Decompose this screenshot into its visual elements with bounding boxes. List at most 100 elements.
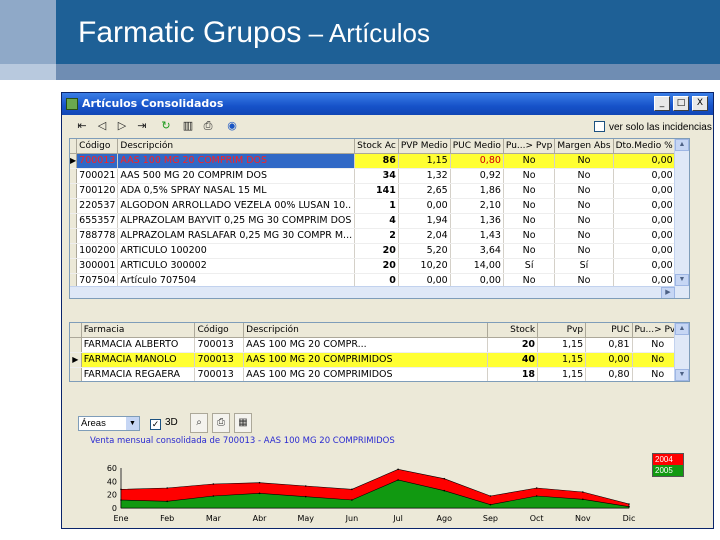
columns-icon[interactable]: ▥ xyxy=(180,119,196,133)
cell-puc: 14,00 xyxy=(450,258,504,274)
row-indicator[interactable] xyxy=(70,228,78,244)
next-icon[interactable]: ▷ xyxy=(114,119,130,133)
col-header[interactable]: PVP Medio xyxy=(398,139,451,154)
cell-margen: No xyxy=(554,213,614,229)
scroll-down-icon[interactable]: ▼ xyxy=(675,369,689,381)
cell-codigo: 700120 xyxy=(76,183,119,199)
window-titlebar[interactable]: Artículos Consolidados _ □ X xyxy=(62,93,713,115)
cell-codigo: 700013 xyxy=(194,337,245,353)
row-indicator[interactable] xyxy=(70,168,78,184)
row-indicator[interactable] xyxy=(70,183,78,199)
cell-puc: 0,92 xyxy=(450,168,504,184)
articles-window: Artículos Consolidados _ □ X ⇤ ◁ ▷ ⇥ ↻ ▥… xyxy=(61,92,714,529)
scroll-down-icon[interactable]: ▼ xyxy=(675,274,689,286)
col-header[interactable]: Descripción xyxy=(243,323,488,338)
series-point-2004 xyxy=(166,487,168,489)
col-header[interactable]: PUC Medio xyxy=(450,139,504,154)
y-tick-label: 0 xyxy=(112,504,117,513)
incidencias-filter[interactable]: ver solo las incidencias xyxy=(594,121,712,133)
table-row[interactable]: FARMACIA REGAERA 700013 AAS 100 MG 20 COMP… xyxy=(70,367,689,381)
col-header[interactable]: Farmacia xyxy=(81,323,196,338)
cell-descripcion: ALPRAZOLAM RASLAFAR 0,25 MG 30 COMPR M..… xyxy=(117,228,356,244)
close-button[interactable]: X xyxy=(692,96,708,111)
table-row[interactable]: 655357 ALPRAZOLAM BAYVIT 0,25 MG 30 COMPR… xyxy=(70,213,689,229)
col-header[interactable]: Pu...> Pvp xyxy=(503,139,556,154)
cell-farmacia: FARMACIA MANOLO xyxy=(81,352,196,368)
chart-legend: 2004 2005 xyxy=(652,453,684,477)
x-tick-label: Mar xyxy=(206,514,222,523)
col-header[interactable]: Código xyxy=(76,139,119,154)
slide-title-sub: – Artículos xyxy=(301,18,431,48)
table-row[interactable]: 788778 ALPRAZOLAM RASLAFAR 0,25 MG 30 COM… xyxy=(70,228,689,244)
y-tick-label: 20 xyxy=(107,491,117,500)
col-header[interactable]: PUC xyxy=(585,323,633,338)
maximize-button[interactable]: □ xyxy=(673,96,689,111)
chart-3d-checkbox[interactable]: ✓ xyxy=(150,419,161,430)
scroll-up-icon[interactable]: ▲ xyxy=(675,323,689,335)
row-indicator[interactable] xyxy=(70,337,82,353)
table-row[interactable]: ▶ FARMACIA MANOLO 700013 AAS 100 MG 20 COMP… xyxy=(70,352,689,368)
table-row[interactable]: 300001 ARTICULO 300002 20 10,20 14,00 Sí Sí 0,0… xyxy=(70,258,689,274)
table-row[interactable]: 220537 ALGODON ARROLLADO VEZELA 00% LUSAN… xyxy=(70,198,689,214)
cell-pvp: 2,04 xyxy=(398,228,451,244)
cell-descripcion: AAS 100 MG 20 COMPR... xyxy=(243,337,488,353)
cell-stock: 2 xyxy=(354,228,399,244)
articles-vscroll[interactable]: ▲ ▼ xyxy=(674,139,689,298)
articles-hscroll[interactable]: ▶ xyxy=(70,286,675,298)
series-point-2004 xyxy=(120,488,122,491)
cell-stock: 20 xyxy=(487,337,539,353)
chart-print-icon[interactable]: ⎙ xyxy=(212,413,230,433)
incidencias-checkbox[interactable] xyxy=(594,121,605,132)
series-point-2004 xyxy=(351,488,353,491)
refresh-icon[interactable]: ↻ xyxy=(158,119,174,133)
series-point-2004 xyxy=(258,481,261,484)
globe-icon[interactable]: ◉ xyxy=(224,119,240,133)
cell-margen: No xyxy=(554,228,614,244)
print-icon[interactable]: ⎙ xyxy=(200,119,216,133)
cell-pvp: 1,15 xyxy=(537,337,587,353)
last-icon[interactable]: ⇥ xyxy=(134,119,150,133)
table-row[interactable]: 700120 ADA 0,5% SPRAY NASAL 15 ML 141 2,65 1… xyxy=(70,183,689,199)
series-point-2004 xyxy=(628,503,630,505)
row-indicator[interactable]: ▶ xyxy=(70,153,78,169)
chevron-down-icon[interactable]: ▼ xyxy=(126,417,139,430)
col-header[interactable]: Código xyxy=(194,323,245,338)
row-indicator[interactable] xyxy=(70,243,78,259)
scroll-right-icon[interactable]: ▶ xyxy=(661,287,675,298)
chart-3d-toggle[interactable]: ✓ 3D xyxy=(150,417,178,430)
col-header[interactable]: Dto.Medio % xyxy=(613,139,676,154)
table-row[interactable]: FARMACIA ALBERTO 700013 AAS 100 MG 20 COMP… xyxy=(70,337,689,353)
incidencias-label: ver solo las incidencias xyxy=(609,122,712,133)
table-row[interactable]: 700021 AAS 500 MG 20 COMPRIM DOS 34 1,32 0,9… xyxy=(70,168,689,184)
row-indicator[interactable] xyxy=(70,198,78,214)
col-header[interactable]: Pvp xyxy=(537,323,587,338)
col-header[interactable]: Descripción xyxy=(117,139,356,154)
table-row[interactable]: ▶ 700013 AAS 100 MG 20 COMPRIM DOS 86 1,15 0,… xyxy=(70,153,689,169)
cell-pvp: 1,15 xyxy=(398,153,451,169)
table-row[interactable]: 100200ARTICULO 100200205,203,64NoNo0,000… xyxy=(70,243,689,259)
preview-icon[interactable]: ⌕ xyxy=(190,413,208,433)
scroll-up-icon[interactable]: ▲ xyxy=(675,139,689,151)
series-point-2005 xyxy=(351,499,353,501)
pharmacies-vscroll[interactable]: ▲ ▼ xyxy=(674,323,689,381)
col-header[interactable]: Margen Abs xyxy=(554,139,614,154)
row-indicator[interactable]: ▶ xyxy=(70,352,82,368)
cell-descripcion: ADA 0,5% SPRAY NASAL 15 ML xyxy=(117,183,356,199)
chart-type-select[interactable]: Áreas ▼ xyxy=(78,416,140,431)
prev-icon[interactable]: ◁ xyxy=(94,119,110,133)
col-header[interactable]: Stock Ac xyxy=(354,139,399,154)
row-indicator[interactable] xyxy=(70,213,78,229)
app-icon xyxy=(66,98,78,110)
series-point-2004 xyxy=(212,483,215,485)
cell-margen: Sí xyxy=(554,258,614,274)
x-tick-label: Abr xyxy=(253,514,268,523)
row-indicator[interactable] xyxy=(70,258,78,274)
minimize-button[interactable]: _ xyxy=(654,96,670,111)
series-point-2005 xyxy=(535,495,538,497)
col-header[interactable]: Stock xyxy=(487,323,539,338)
first-icon[interactable]: ⇤ xyxy=(74,119,90,133)
table-view-icon[interactable]: ▦ xyxy=(234,413,252,433)
cell-margen: No xyxy=(554,183,614,199)
series-point-2005 xyxy=(582,498,584,501)
row-indicator[interactable] xyxy=(70,367,82,381)
